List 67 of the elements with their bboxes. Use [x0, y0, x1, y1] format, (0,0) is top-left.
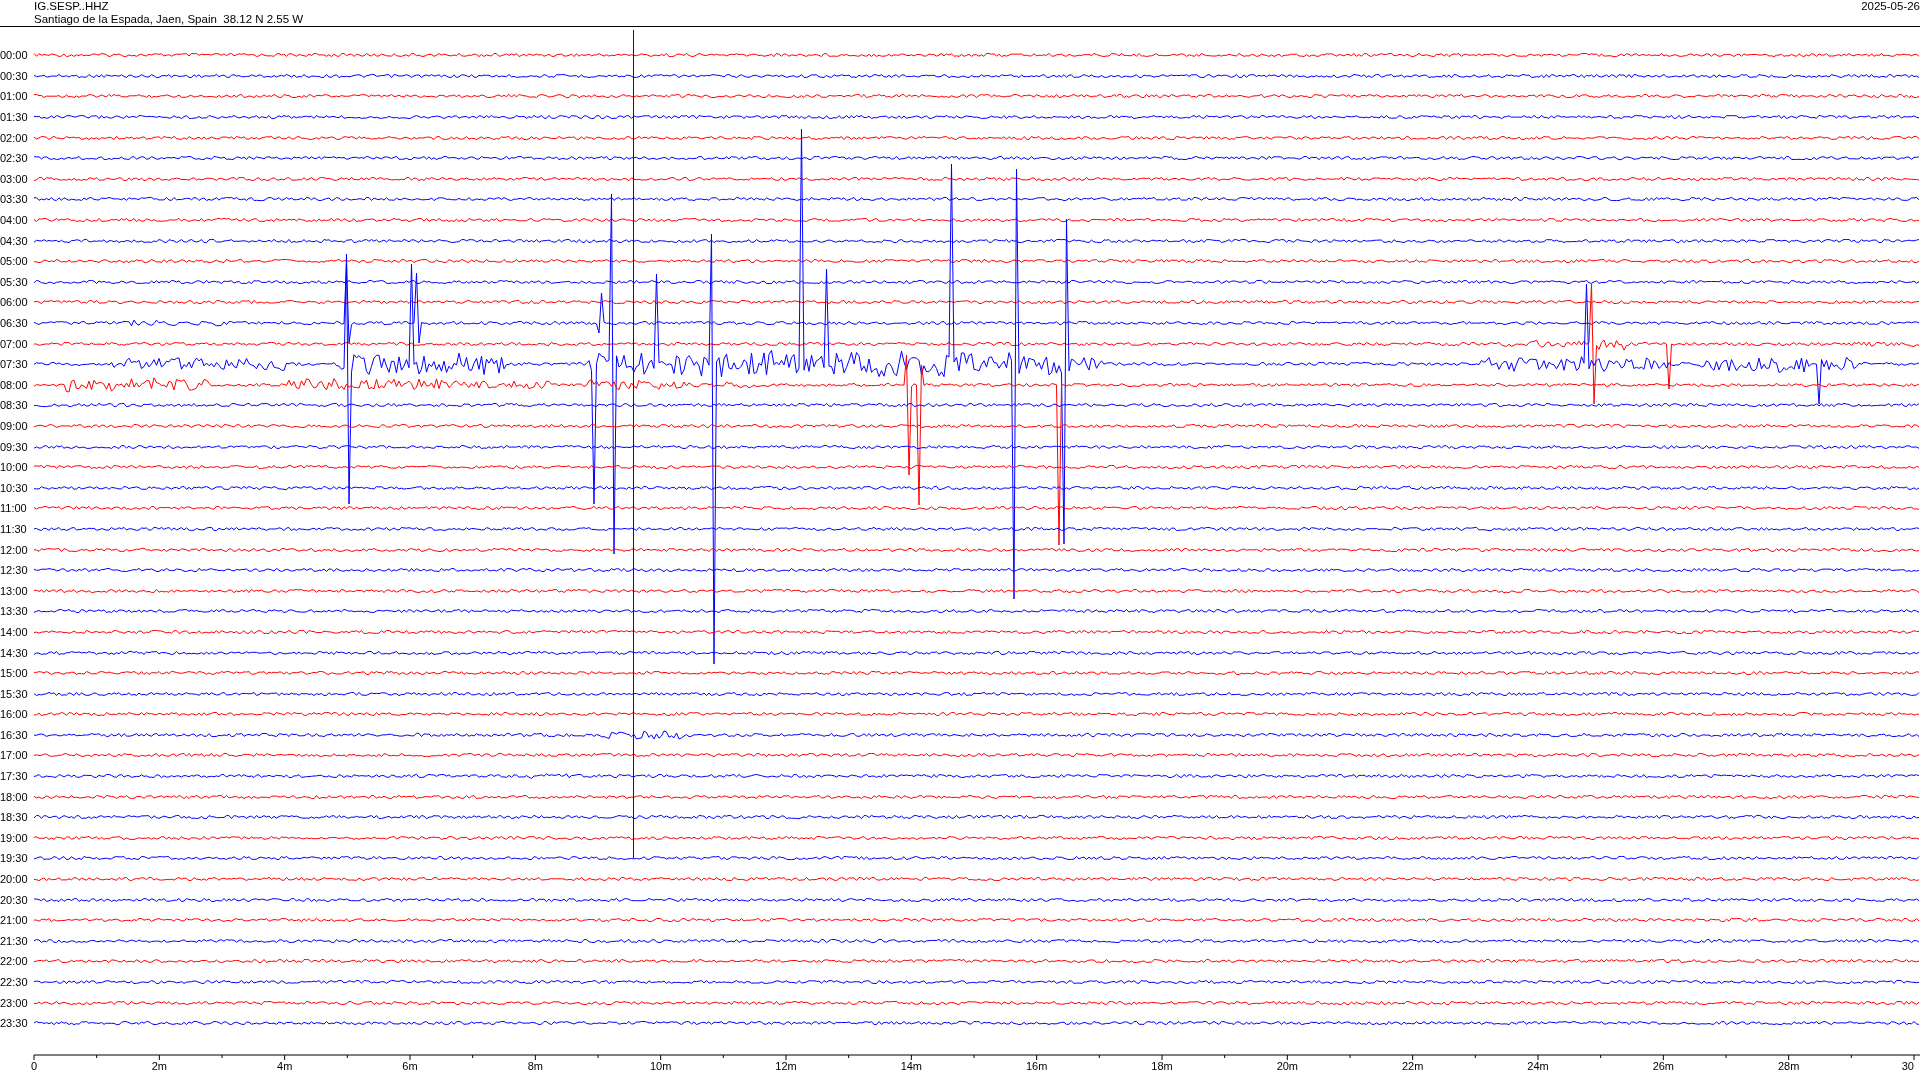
- time-label: 00:30: [0, 69, 29, 82]
- time-label: 18:30: [0, 811, 29, 824]
- time-label: 15:00: [0, 667, 29, 680]
- time-label: 20:30: [0, 893, 29, 906]
- time-label: 22:00: [0, 955, 29, 968]
- time-label: 10:30: [0, 481, 29, 494]
- station-code: IG.SESP..HHZ: [34, 0, 110, 13]
- time-label: 16:30: [0, 728, 29, 741]
- time-label: 10:00: [0, 461, 29, 474]
- time-label: 22:30: [0, 976, 29, 988]
- time-label: 11:00: [0, 502, 28, 515]
- time-label: 18:00: [0, 790, 29, 803]
- time-label: 14:30: [0, 646, 29, 659]
- time-label: 20:00: [0, 873, 29, 886]
- tick-label: 20m: [1276, 1059, 1299, 1072]
- time-label: 00:00: [0, 49, 29, 62]
- time-label: 02:30: [0, 152, 29, 165]
- time-label: 01:00: [0, 90, 29, 103]
- location-text: Santiago de la Espada, Jaen, Spain 38.12 N 2.55 W: [34, 13, 304, 26]
- tick-label: 10m: [649, 1059, 672, 1072]
- time-label: 23:30: [0, 1017, 29, 1030]
- tick-label: 12m: [775, 1059, 797, 1072]
- time-label: 07:30: [0, 358, 29, 371]
- time-label: 12:30: [0, 564, 29, 577]
- date-text: 2025-05-26: [1861, 0, 1920, 14]
- time-label: 02:00: [0, 131, 29, 144]
- tick-label: 14m: [900, 1059, 923, 1072]
- time-label: 21:30: [0, 934, 29, 947]
- tick-label: 26m: [1652, 1059, 1675, 1072]
- time-label: 21:00: [0, 914, 29, 927]
- time-label: 12:00: [0, 543, 29, 556]
- tick-label: 6m: [402, 1059, 418, 1072]
- time-label: 19:00: [0, 831, 29, 844]
- time-label: 08:00: [0, 378, 29, 391]
- tick-label: 18m: [1151, 1059, 1173, 1072]
- time-label: 16:00: [0, 708, 29, 721]
- tick-label: 24m: [1527, 1059, 1549, 1072]
- time-label: 23:00: [0, 996, 29, 1009]
- time-label: 19:30: [0, 852, 29, 865]
- time-label: 03:30: [0, 193, 29, 206]
- tick-label: 30: [1901, 1059, 1914, 1072]
- time-label: 05:30: [0, 275, 29, 288]
- tick-label: 28m: [1777, 1059, 1800, 1072]
- tick-label: 2m: [151, 1059, 167, 1072]
- tick-label: 16m: [1025, 1059, 1048, 1072]
- time-label: 05:00: [0, 255, 29, 268]
- time-label: 15:30: [0, 687, 29, 700]
- time-label: 17:30: [0, 770, 29, 783]
- time-label: 03:00: [0, 172, 29, 185]
- time-label: 04:30: [0, 234, 29, 247]
- time-label: 17:00: [0, 749, 29, 762]
- tick-label: 0: [30, 1059, 38, 1072]
- tick-label: 8m: [527, 1059, 543, 1072]
- time-label: 09:00: [0, 420, 29, 432]
- time-label: 08:30: [0, 399, 29, 412]
- time-label: 09:30: [0, 440, 29, 453]
- time-label: 13:30: [0, 605, 29, 618]
- time-label: 11:30: [0, 522, 28, 535]
- tick-label: 4m: [277, 1059, 293, 1072]
- time-label: 13:00: [0, 584, 29, 597]
- time-label: 06:30: [0, 317, 29, 329]
- tick-label: 22m: [1401, 1059, 1424, 1072]
- time-label: 04:00: [0, 214, 29, 227]
- time-label: 14:00: [0, 625, 29, 638]
- time-label: 06:00: [0, 296, 29, 309]
- time-label: 07:00: [0, 337, 29, 350]
- time-label: 01:30: [0, 111, 29, 124]
